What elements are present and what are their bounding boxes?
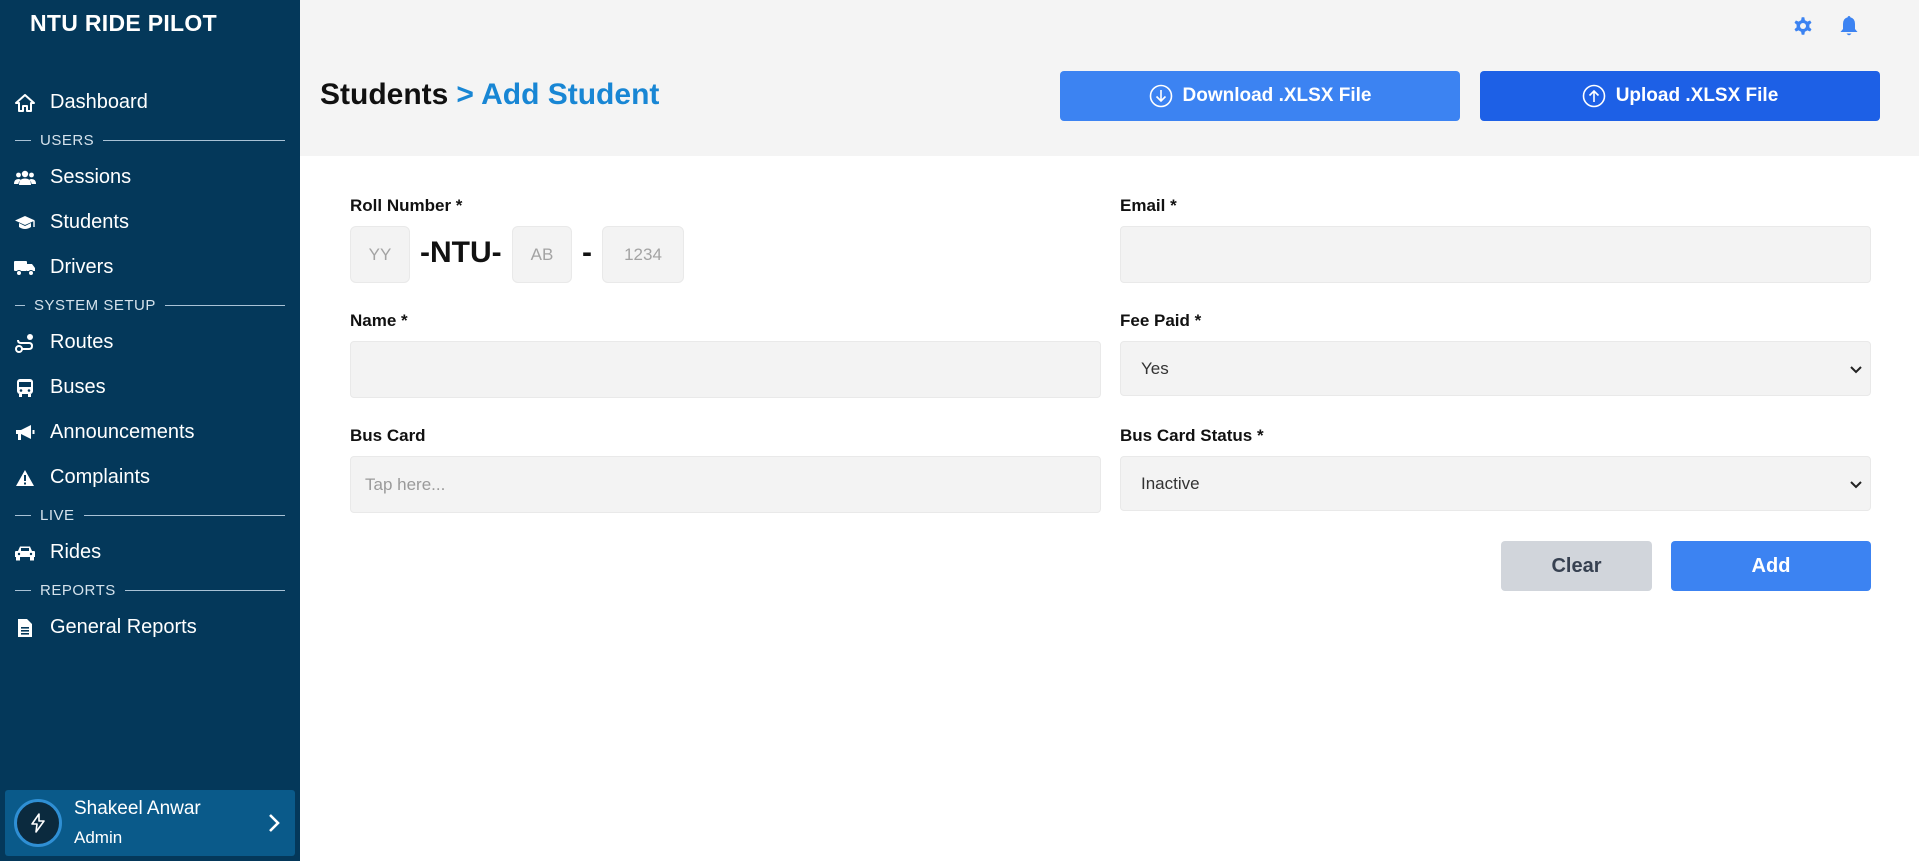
fee-paid-label: Fee Paid * [1120, 311, 1202, 330]
download-xlsx-button[interactable]: Download .XLSX File [1060, 71, 1460, 121]
car-icon [14, 542, 36, 564]
sidebar-item-label: Complaints [50, 466, 151, 488]
bus-card-label: Bus Card [350, 426, 426, 445]
chevron-right-icon [259, 813, 289, 833]
bus-card-status-value: Inactive [1141, 473, 1200, 493]
sidebar-nav: Dashboard USERS Sessions Students Driver… [0, 80, 300, 650]
sidebar-item-announcements[interactable]: Announcements [0, 410, 300, 455]
email-field[interactable] [1120, 226, 1871, 283]
fee-paid-select[interactable]: Yes [1120, 341, 1871, 396]
bus-card-field[interactable] [350, 456, 1101, 513]
name-field[interactable] [350, 341, 1101, 398]
roll-dept-input[interactable] [512, 226, 572, 283]
breadcrumb: Students > Add Student [320, 78, 659, 112]
route-icon [14, 332, 36, 354]
clear-button[interactable]: Clear [1501, 541, 1652, 591]
bell-icon[interactable] [1837, 14, 1861, 38]
sidebar-item-buses[interactable]: Buses [0, 365, 300, 410]
roll-separator-ntu: -NTU- [420, 236, 502, 269]
warning-icon [14, 467, 36, 489]
section-label: REPORTS [40, 581, 116, 599]
sidebar-item-routes[interactable]: Routes [0, 320, 300, 365]
sidebar-item-complaints[interactable]: Complaints [0, 455, 300, 500]
upload-icon [1582, 84, 1606, 108]
section-label: SYSTEM SETUP [34, 296, 156, 314]
user-name: Shakeel Anwar [74, 798, 201, 819]
breadcrumb-root[interactable]: Students [320, 78, 448, 111]
sidebar-item-drivers[interactable]: Drivers [0, 245, 300, 290]
download-icon [1149, 84, 1173, 108]
bus-icon [14, 377, 36, 399]
sidebar-item-label: Drivers [50, 256, 114, 278]
name-label: Name * [350, 311, 408, 330]
bus-card-status-select[interactable]: Inactive [1120, 456, 1871, 511]
roll-number-input[interactable] [602, 226, 684, 283]
sidebar-item-general-reports[interactable]: General Reports [0, 605, 300, 650]
sidebar-item-sessions[interactable]: Sessions [0, 155, 300, 200]
fee-paid-value: Yes [1141, 358, 1169, 378]
sidebar-item-label: Students [50, 211, 129, 233]
truck-icon [14, 257, 36, 279]
upload-xlsx-button[interactable]: Upload .XLSX File [1480, 71, 1880, 121]
section-reports: REPORTS [0, 575, 300, 605]
sidebar-item-label: General Reports [50, 616, 197, 638]
download-label: Download .XLSX File [1182, 85, 1372, 106]
file-icon [14, 617, 36, 639]
section-label: USERS [40, 131, 95, 149]
sidebar-item-label: Dashboard [50, 91, 148, 113]
page-title: > Add Student [456, 78, 660, 111]
section-system-setup: SYSTEM SETUP [0, 290, 300, 320]
add-button[interactable]: Add [1671, 541, 1871, 591]
sidebar-item-label: Sessions [50, 166, 132, 188]
sidebar-item-label: Routes [50, 331, 114, 353]
roll-year-input[interactable] [350, 226, 410, 283]
chevron-down-icon [1850, 359, 1862, 379]
roll-separator-dash: - [582, 236, 592, 269]
user-profile-card[interactable]: Shakeel Anwar Admin [5, 790, 295, 856]
sidebar-item-label: Buses [50, 376, 106, 398]
gear-icon[interactable] [1791, 14, 1815, 38]
chevron-down-icon [1850, 474, 1862, 494]
avatar [14, 799, 62, 847]
sidebar-item-label: Announcements [50, 421, 195, 443]
app-title: NTU RIDE PILOT [30, 10, 217, 36]
sidebar-item-rides[interactable]: Rides [0, 530, 300, 575]
sidebar-item-dashboard[interactable]: Dashboard [0, 80, 300, 125]
upload-label: Upload .XLSX File [1615, 85, 1779, 106]
section-live: LIVE [0, 500, 300, 530]
graduation-cap-icon [14, 212, 36, 234]
home-icon [14, 92, 36, 114]
bus-card-status-label: Bus Card Status * [1120, 426, 1264, 445]
page-header: Students > Add Student Download .XLSX Fil… [300, 0, 1919, 156]
megaphone-icon [14, 422, 36, 444]
user-role: Admin [74, 828, 123, 847]
sidebar-item-students[interactable]: Students [0, 200, 300, 245]
sidebar: NTU RIDE PILOT Dashboard USERS Sessions … [0, 0, 300, 861]
section-users: USERS [0, 125, 300, 155]
sidebar-item-label: Rides [50, 541, 102, 563]
users-icon [14, 167, 36, 189]
bolt-icon [31, 813, 45, 833]
section-label: LIVE [40, 506, 75, 524]
email-label: Email * [1120, 196, 1177, 215]
roll-number-label: Roll Number * [350, 196, 463, 215]
